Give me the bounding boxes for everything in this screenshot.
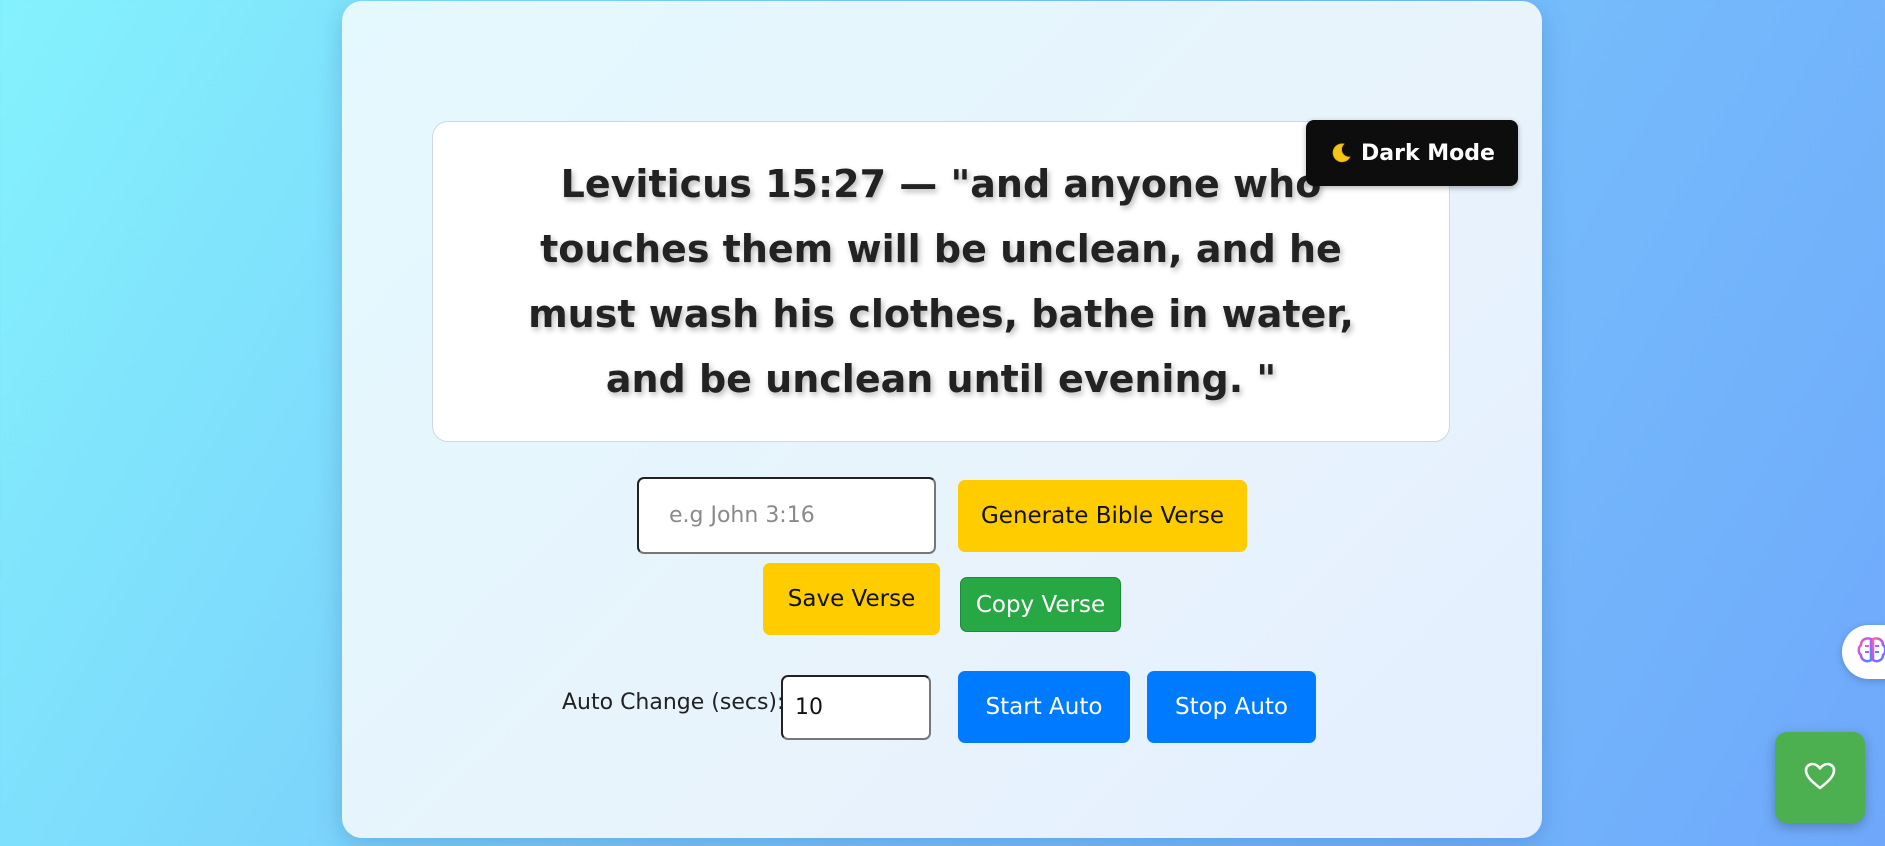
stop-auto-button[interactable]: Stop Auto <box>1147 671 1316 743</box>
auto-change-seconds-input[interactable] <box>781 675 931 740</box>
copy-verse-button[interactable]: Copy Verse <box>960 577 1121 632</box>
verse-text: Leviticus 15:27 — "and anyone who touche… <box>528 161 1354 401</box>
dark-mode-label: Dark Mode <box>1361 140 1495 166</box>
generate-verse-button[interactable]: Generate Bible Verse <box>958 480 1247 552</box>
heart-icon <box>1803 761 1837 794</box>
auto-change-label: Auto Change (secs): <box>562 690 785 715</box>
verse-reference-input[interactable] <box>637 477 936 554</box>
moon-icon <box>1329 141 1353 165</box>
brain-icon <box>1857 636 1885 668</box>
favorite-heart-button[interactable] <box>1775 732 1865 823</box>
dark-mode-toggle-button[interactable]: Dark Mode <box>1306 120 1518 186</box>
save-verse-button[interactable]: Save Verse <box>763 563 940 635</box>
start-auto-button[interactable]: Start Auto <box>958 671 1130 743</box>
side-widget-tab[interactable] <box>1842 625 1885 679</box>
verse-display: Leviticus 15:27 — "and anyone who touche… <box>432 121 1450 442</box>
